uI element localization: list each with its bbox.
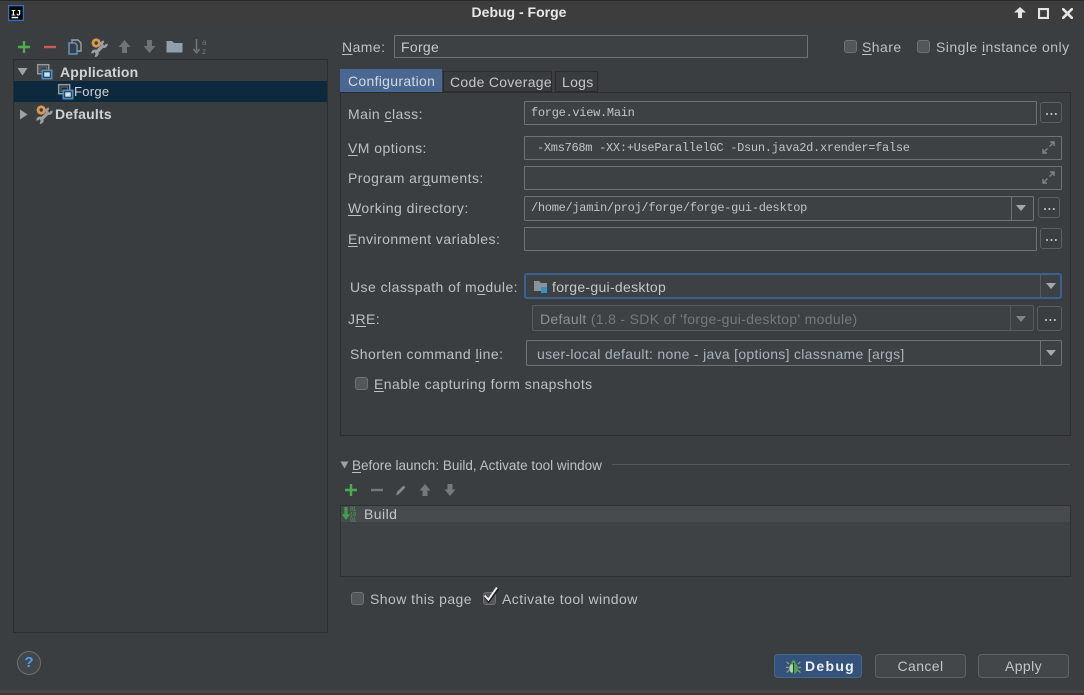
svg-text:01: 01 (350, 517, 357, 522)
svg-text:z: z (202, 47, 206, 55)
svg-text:a: a (202, 38, 207, 47)
